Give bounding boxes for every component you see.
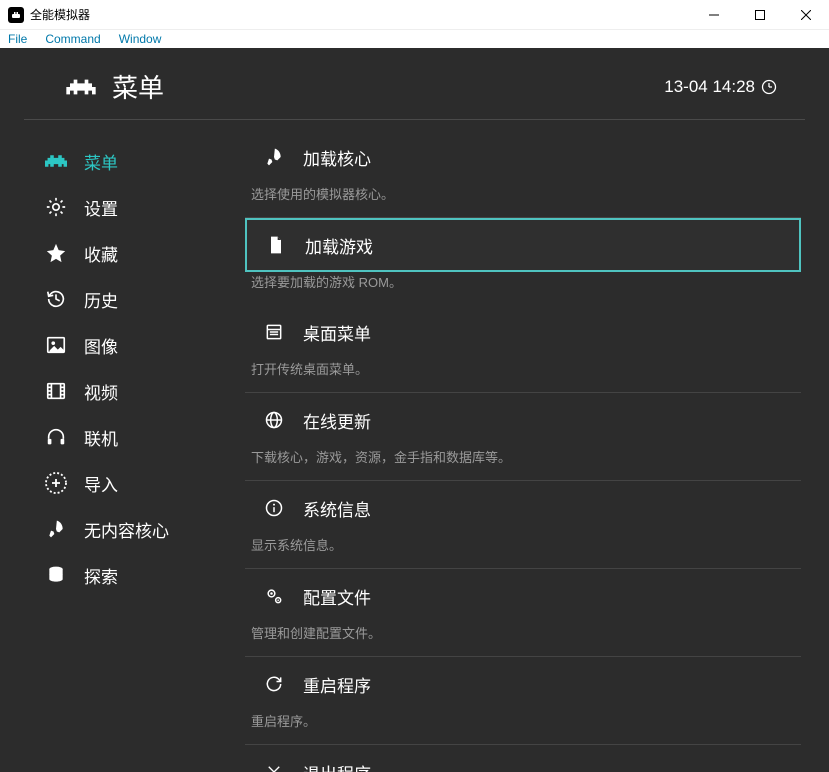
invader-icon [44,149,68,173]
main-item-label: 重启程序 [303,672,371,697]
database-icon [44,563,68,587]
sidebar-item-label: 探索 [84,563,118,588]
rocket-icon [44,517,68,541]
main-item-button[interactable]: 加载核心 [245,130,801,184]
plus-icon [44,471,68,495]
rocket-icon [263,146,285,168]
invader-icon [64,75,98,99]
menu-command[interactable]: Command [41,30,104,48]
sidebar-item-label: 菜单 [84,149,118,174]
sidebar-item-5[interactable]: 视频 [44,368,235,414]
main-item-button[interactable]: 退出程序 [245,745,801,772]
sidebar-item-7[interactable]: 导入 [44,460,235,506]
maximize-button[interactable] [737,0,783,30]
clock-text: 13-04 14:28 [664,77,755,97]
main-panel: 加载核心选择使用的模拟器核心。加载游戏选择要加载的游戏 ROM。桌面菜单打开传统… [235,120,829,772]
main-item-desc: 显示系统信息。 [245,535,801,568]
main-item-label: 在线更新 [303,408,371,433]
history-icon [44,287,68,311]
main-item-2: 桌面菜单打开传统桌面菜单。 [245,305,801,393]
image-icon [44,333,68,357]
sidebar-item-label: 联机 [84,425,118,450]
main-item-button[interactable]: 在线更新 [245,393,801,447]
window-title: 全能模拟器 [30,6,90,23]
sidebar-item-0[interactable]: 菜单 [44,138,235,184]
main-item-label: 配置文件 [303,584,371,609]
main-item-4: 系统信息显示系统信息。 [245,481,801,569]
sidebar-item-label: 无内容核心 [84,517,169,542]
main-item-label: 加载核心 [303,145,371,170]
main-item-7: 退出程序 [245,745,801,772]
sidebar-item-label: 设置 [84,195,118,220]
sidebar-item-label: 图像 [84,333,118,358]
minimize-button[interactable] [691,0,737,30]
main-item-label: 退出程序 [303,760,371,772]
titlebar: 全能模拟器 [0,0,829,30]
sidebar-item-label: 视频 [84,379,118,404]
clock: 13-04 14:28 [664,77,777,97]
main-item-button[interactable]: 桌面菜单 [245,305,801,359]
main-item-6: 重启程序重启程序。 [245,657,801,745]
page-title: 菜单 [112,68,164,105]
menu-window[interactable]: Window [115,30,166,48]
sidebar-item-label: 收藏 [84,241,118,266]
main-item-button[interactable]: 配置文件 [245,569,801,623]
sidebar-item-9[interactable]: 探索 [44,552,235,598]
main-item-desc: 打开传统桌面菜单。 [245,359,801,392]
main-item-label: 加载游戏 [305,233,373,258]
close-window-button[interactable] [783,0,829,30]
main-item-button[interactable]: 重启程序 [245,657,801,711]
main-item-5: 配置文件管理和创建配置文件。 [245,569,801,657]
sidebar-item-6[interactable]: 联机 [44,414,235,460]
main-item-desc: 选择使用的模拟器核心。 [245,184,801,217]
app: 菜单 13-04 14:28 菜单设置收藏历史图像视频联机导入无内容核心探索 加… [0,48,829,772]
close-icon [263,761,285,772]
file-icon [265,234,287,256]
gears-icon [263,585,285,607]
info-icon [263,497,285,519]
main-item-label: 系统信息 [303,496,371,521]
window-icon [263,321,285,343]
main-item-desc: 选择要加载的游戏 ROM。 [245,272,801,305]
main-item-desc: 下载核心，游戏，资源，金手指和数据库等。 [245,447,801,480]
sidebar-item-2[interactable]: 收藏 [44,230,235,276]
sidebar-item-1[interactable]: 设置 [44,184,235,230]
main-item-desc: 管理和创建配置文件。 [245,623,801,656]
sidebar-item-label: 历史 [84,287,118,312]
page-header: 菜单 13-04 14:28 [24,48,805,120]
menubar: File Command Window [0,30,829,48]
main-item-button[interactable]: 加载游戏 [245,218,801,272]
gear-icon [44,195,68,219]
main-item-3: 在线更新下载核心，游戏，资源，金手指和数据库等。 [245,393,801,481]
sidebar-item-3[interactable]: 历史 [44,276,235,322]
refresh-icon [263,673,285,695]
globe-icon [263,409,285,431]
main-item-label: 桌面菜单 [303,320,371,345]
star-icon [44,241,68,265]
headset-icon [44,425,68,449]
sidebar-item-4[interactable]: 图像 [44,322,235,368]
sidebar: 菜单设置收藏历史图像视频联机导入无内容核心探索 [0,120,235,772]
main-item-0: 加载核心选择使用的模拟器核心。 [245,130,801,218]
main-item-1: 加载游戏选择要加载的游戏 ROM。 [245,218,801,305]
main-item-desc: 重启程序。 [245,711,801,744]
menu-file[interactable]: File [4,30,31,48]
sidebar-item-label: 导入 [84,471,118,496]
main-item-button[interactable]: 系统信息 [245,481,801,535]
sidebar-item-8[interactable]: 无内容核心 [44,506,235,552]
app-icon [8,7,24,23]
film-icon [44,379,68,403]
